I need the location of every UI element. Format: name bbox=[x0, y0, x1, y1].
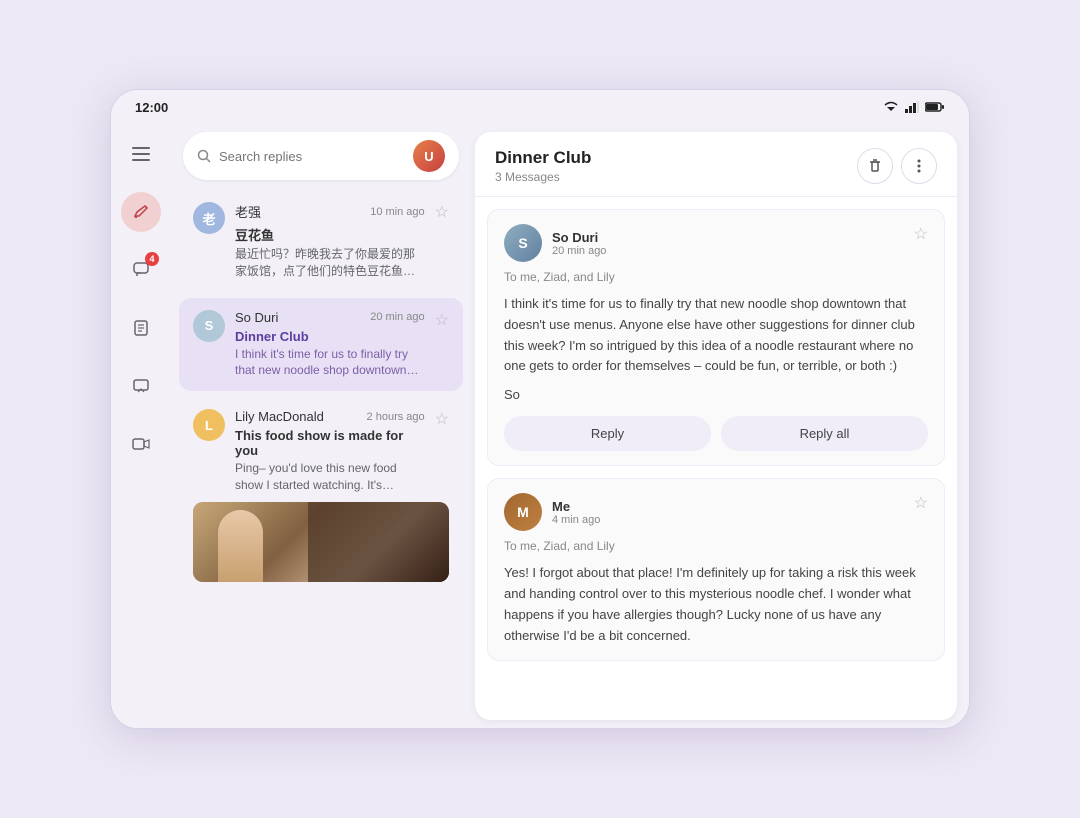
email-body: I think it's time for us to finally try … bbox=[504, 294, 928, 377]
signal-icon bbox=[905, 101, 919, 113]
star-button[interactable]: ☆ bbox=[914, 224, 928, 244]
sidebar-item-video[interactable] bbox=[121, 424, 161, 464]
list-item[interactable]: 老 老强 10 min ago 豆花鱼 最近忙吗？昨晚我去了你最爱的那家饭馆，点… bbox=[179, 190, 463, 292]
status-icons bbox=[883, 101, 945, 113]
search-bar: U bbox=[183, 132, 459, 180]
avatar: S bbox=[504, 224, 542, 262]
menu-icon bbox=[132, 147, 150, 161]
delete-button[interactable] bbox=[857, 148, 893, 184]
reply-all-button[interactable]: Reply all bbox=[721, 416, 928, 451]
email-time: 20 min ago bbox=[552, 245, 606, 257]
sidebar-item-notes[interactable] bbox=[121, 308, 161, 348]
star-button[interactable]: ☆ bbox=[435, 409, 449, 429]
more-options-button[interactable] bbox=[901, 148, 937, 184]
message-icon bbox=[133, 378, 149, 394]
msg-preview: I think it's time for us to finally try … bbox=[235, 346, 425, 380]
thread-body: S So Duri 20 min ago ☆ To me, Ziad, and … bbox=[475, 197, 957, 720]
messages-list: 老 老强 10 min ago 豆花鱼 最近忙吗？昨晚我去了你最爱的那家饭馆，点… bbox=[171, 190, 471, 728]
email-to: To me, Ziad, and Lily bbox=[504, 539, 928, 553]
email-to: To me, Ziad, and Lily bbox=[504, 270, 928, 284]
sender-name: 老强 bbox=[235, 202, 261, 221]
status-bar: 12:00 bbox=[111, 90, 969, 124]
email-sender-name: So Duri bbox=[552, 230, 606, 245]
search-input[interactable] bbox=[219, 149, 405, 164]
star-button[interactable]: ☆ bbox=[914, 493, 928, 513]
avatar: S bbox=[193, 310, 225, 342]
msg-time: 2 hours ago bbox=[367, 411, 425, 423]
avatar: 老 bbox=[193, 202, 225, 234]
avatar: M bbox=[504, 493, 542, 531]
msg-subject: 豆花鱼 bbox=[235, 225, 425, 244]
chat-badge: 4 bbox=[145, 252, 159, 266]
reply-actions: Reply Reply all bbox=[504, 416, 928, 451]
email-card: S So Duri 20 min ago ☆ To me, Ziad, and … bbox=[487, 209, 945, 466]
star-button[interactable]: ☆ bbox=[435, 310, 449, 330]
status-time: 12:00 bbox=[135, 100, 168, 115]
msg-time: 10 min ago bbox=[370, 206, 424, 218]
sender-name: So Duri bbox=[235, 310, 278, 325]
more-icon bbox=[917, 158, 921, 174]
email-thread-panel: Dinner Club 3 Messages bbox=[475, 132, 957, 720]
msg-subject: This food show is made for you bbox=[235, 428, 425, 458]
app-body: 4 bbox=[111, 124, 969, 728]
battery-icon bbox=[925, 101, 945, 113]
compose-icon bbox=[133, 204, 149, 220]
message-thumbnail bbox=[193, 502, 449, 582]
message-list-panel: U 老 老强 10 min ago 豆花鱼 最近忙吗？昨晚我去了你最 bbox=[171, 124, 471, 728]
star-button[interactable]: ☆ bbox=[435, 202, 449, 222]
avatar: L bbox=[193, 409, 225, 441]
sidebar-item-compose[interactable] bbox=[121, 192, 161, 232]
sidebar: 4 bbox=[111, 124, 171, 728]
email-card: M Me 4 min ago ☆ To me, Ziad, and Lily Y… bbox=[487, 478, 945, 661]
email-body: Yes! I forgot about that place! I'm defi… bbox=[504, 563, 928, 646]
user-avatar[interactable]: U bbox=[413, 140, 445, 172]
sender-name: Lily MacDonald bbox=[235, 409, 324, 424]
wifi-icon bbox=[883, 101, 899, 113]
video-icon bbox=[132, 437, 150, 451]
thread-title: Dinner Club bbox=[495, 148, 591, 168]
reply-button[interactable]: Reply bbox=[504, 416, 711, 451]
email-time: 4 min ago bbox=[552, 514, 600, 526]
trash-icon bbox=[867, 158, 883, 174]
msg-preview: 最近忙吗？昨晚我去了你最爱的那家饭馆，点了他们的特色豆花鱼，吃着吃着就想你了。 bbox=[235, 246, 425, 280]
list-item[interactable]: L Lily MacDonald 2 hours ago This food s… bbox=[179, 397, 463, 594]
email-sender-name: Me bbox=[552, 499, 600, 514]
msg-preview: Ping– you'd love this new food show I st… bbox=[235, 460, 425, 494]
sidebar-item-menu[interactable] bbox=[121, 134, 161, 174]
list-item[interactable]: S So Duri 20 min ago Dinner Club I think… bbox=[179, 298, 463, 392]
msg-time: 20 min ago bbox=[370, 311, 424, 323]
sidebar-item-chat[interactable]: 4 bbox=[121, 250, 161, 290]
search-icon bbox=[197, 149, 211, 163]
thread-count: 3 Messages bbox=[495, 170, 591, 184]
device-frame: 12:00 bbox=[110, 89, 970, 729]
thread-actions bbox=[857, 148, 937, 184]
notes-icon bbox=[134, 320, 148, 336]
sidebar-item-message[interactable] bbox=[121, 366, 161, 406]
thread-header: Dinner Club 3 Messages bbox=[475, 132, 957, 197]
email-signature: So bbox=[504, 387, 928, 402]
msg-subject: Dinner Club bbox=[235, 329, 425, 344]
